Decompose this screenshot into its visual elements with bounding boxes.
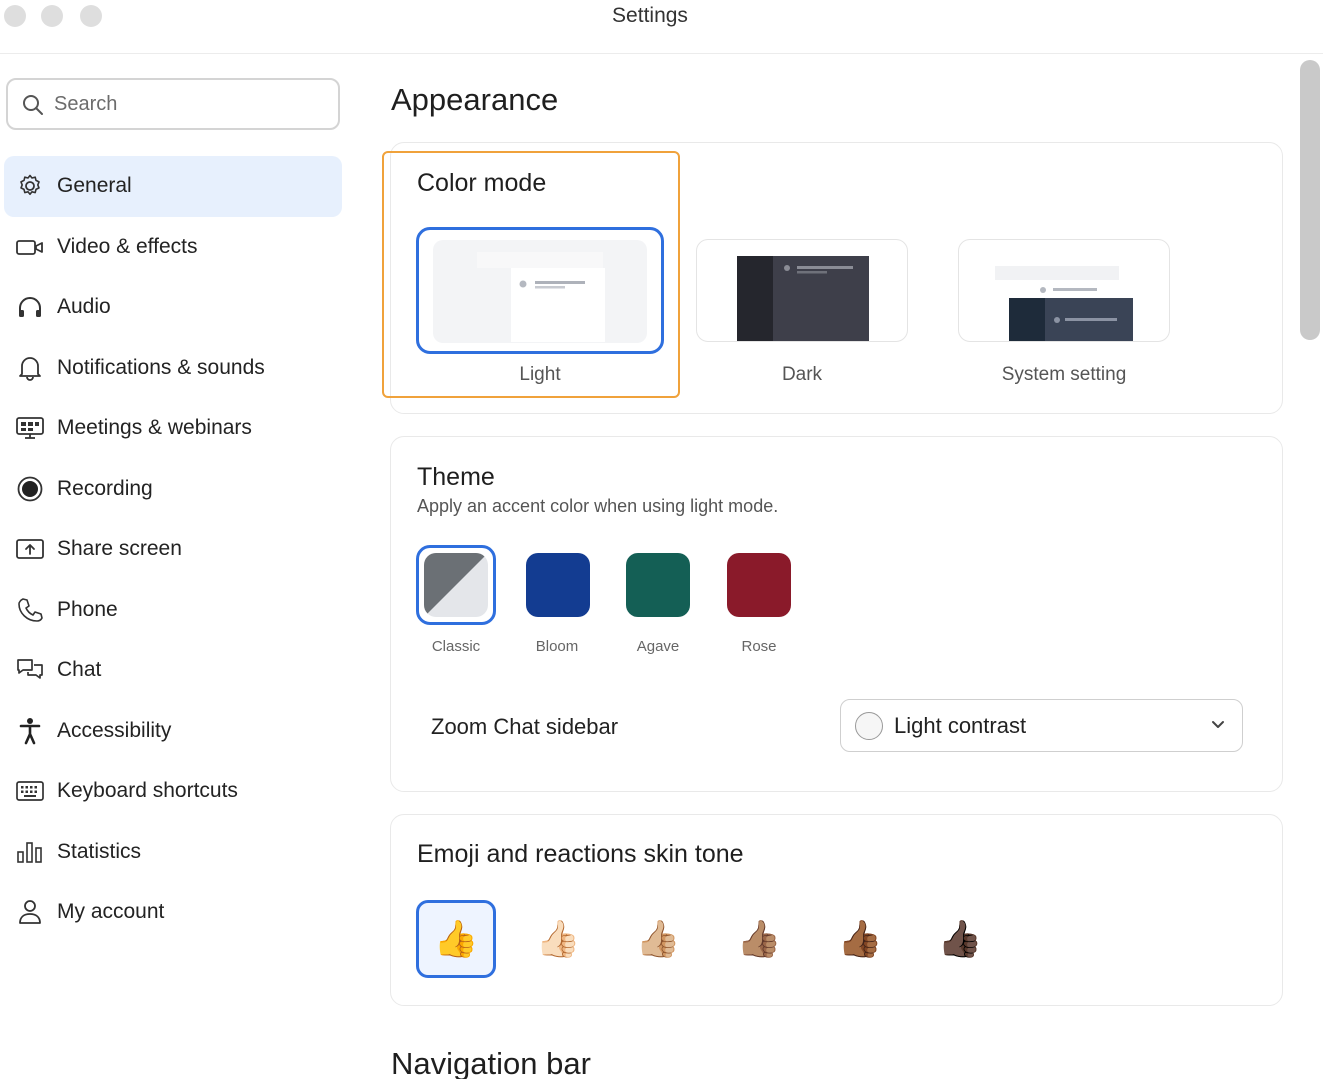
system-setting-option[interactable] xyxy=(958,239,1170,342)
skin-tone-medium-light[interactable]: 👍🏼 xyxy=(618,900,698,978)
dark-mode-label: Dark xyxy=(781,364,823,385)
bloom-label: Bloom xyxy=(535,638,579,655)
statistics-icon xyxy=(16,838,44,866)
dark-mode-option[interactable] xyxy=(696,239,908,342)
sidebar-item-label: Notifications & sounds xyxy=(57,355,265,379)
contrast-indicator-icon xyxy=(855,712,883,740)
headphones-icon xyxy=(16,293,44,321)
emoji-skin-tone-title: Emoji and reactions skin tone xyxy=(417,840,744,868)
zoom-chat-sidebar-select[interactable]: Light contrast xyxy=(840,699,1243,752)
sidebar-item-label: Keyboard shortcuts xyxy=(57,779,238,803)
sidebar-item-label: Audio xyxy=(57,295,111,319)
sidebar-item-meetings[interactable]: Meetings & webinars xyxy=(4,398,342,459)
color-mode-title: Color mode xyxy=(417,169,547,197)
theme-swatch-bloom[interactable] xyxy=(518,545,598,625)
sidebar-item-accessibility[interactable]: Accessibility xyxy=(4,701,342,762)
sidebar-item-label: Phone xyxy=(57,597,118,621)
record-icon xyxy=(16,475,44,503)
sidebar-item-label: Share screen xyxy=(57,537,182,561)
sidebar-item-video-effects[interactable]: Video & effects xyxy=(4,217,342,278)
search-icon xyxy=(22,94,44,121)
sidebar-item-label: Video & effects xyxy=(57,234,198,258)
theme-title: Theme xyxy=(417,463,495,491)
theme-swatch-agave[interactable] xyxy=(618,545,698,625)
skin-tone-medium[interactable]: 👍🏽 xyxy=(719,900,799,978)
bell-icon xyxy=(16,354,44,382)
sidebar-item-share-screen[interactable]: Share screen xyxy=(4,519,342,580)
system-setting-label: System setting xyxy=(1001,364,1127,385)
keyboard-icon xyxy=(16,777,44,805)
skin-tone-dark[interactable]: 👍🏿 xyxy=(920,900,1000,978)
classic-swatch-icon xyxy=(424,553,488,617)
sidebar-item-audio[interactable]: Audio xyxy=(4,277,342,338)
person-icon xyxy=(16,898,44,926)
sidebar-item-label: General xyxy=(57,174,132,198)
agave-swatch-color xyxy=(626,553,690,617)
window-title: Settings xyxy=(612,4,688,27)
meetings-icon xyxy=(16,414,44,442)
chat-icon xyxy=(16,656,44,684)
title-bar: Settings xyxy=(0,0,1323,54)
search-input[interactable] xyxy=(54,90,324,118)
zoom-chat-sidebar-label: Zoom Chat sidebar xyxy=(431,714,619,739)
skin-tone-default[interactable]: 👍 xyxy=(416,900,496,978)
sidebar-item-label: Meetings & webinars xyxy=(57,416,252,440)
sidebar-nav: General Video & effects Audio Notificati… xyxy=(4,156,342,943)
theme-subtitle: Apply an accent color when using light m… xyxy=(417,496,779,516)
sidebar-item-label: Accessibility xyxy=(57,718,172,742)
system-setting-preview xyxy=(995,266,1133,341)
rose-label: Rose xyxy=(741,638,777,655)
sidebar-item-label: My account xyxy=(57,900,165,924)
gear-icon xyxy=(16,172,44,200)
navigation-bar-heading: Navigation bar xyxy=(391,1046,591,1079)
light-mode-option[interactable] xyxy=(416,227,664,354)
accessibility-icon xyxy=(16,717,44,745)
sidebar-item-chat[interactable]: Chat xyxy=(4,640,342,701)
rose-swatch-color xyxy=(727,553,791,617)
phone-icon xyxy=(16,596,44,624)
theme-swatch-classic[interactable] xyxy=(416,545,496,625)
sidebar-item-label: Chat xyxy=(57,658,102,682)
share-screen-icon xyxy=(16,535,44,563)
dark-mode-preview xyxy=(737,256,869,341)
agave-label: Agave xyxy=(636,638,680,655)
sidebar-item-keyboard-shortcuts[interactable]: Keyboard shortcuts xyxy=(4,761,342,822)
sidebar-item-recording[interactable]: Recording xyxy=(4,459,342,520)
skin-tone-light[interactable]: 👍🏻 xyxy=(518,900,598,978)
sidebar-item-label: Statistics xyxy=(57,839,142,863)
search-box[interactable] xyxy=(6,78,340,130)
skin-tone-medium-dark[interactable]: 👍🏾 xyxy=(820,900,900,978)
sidebar-item-general[interactable]: General xyxy=(4,156,342,217)
chevron-down-icon xyxy=(1210,716,1226,737)
light-mode-label: Light xyxy=(519,364,561,385)
sidebar-item-notifications[interactable]: Notifications & sounds xyxy=(4,338,342,399)
sidebar-item-my-account[interactable]: My account xyxy=(4,882,342,943)
sidebar-item-label: Recording xyxy=(57,476,153,500)
zoom-chat-sidebar-value: Light contrast xyxy=(894,713,1027,738)
scrollbar-thumb[interactable] xyxy=(1300,60,1320,340)
theme-swatch-rose[interactable] xyxy=(719,545,799,625)
classic-label: Classic xyxy=(431,638,481,655)
light-mode-preview xyxy=(433,240,647,343)
bloom-swatch-color xyxy=(526,553,590,617)
sidebar-item-phone[interactable]: Phone xyxy=(4,580,342,641)
video-camera-icon xyxy=(16,233,44,261)
page-title: Appearance xyxy=(391,82,559,117)
sidebar-item-statistics[interactable]: Statistics xyxy=(4,822,342,883)
